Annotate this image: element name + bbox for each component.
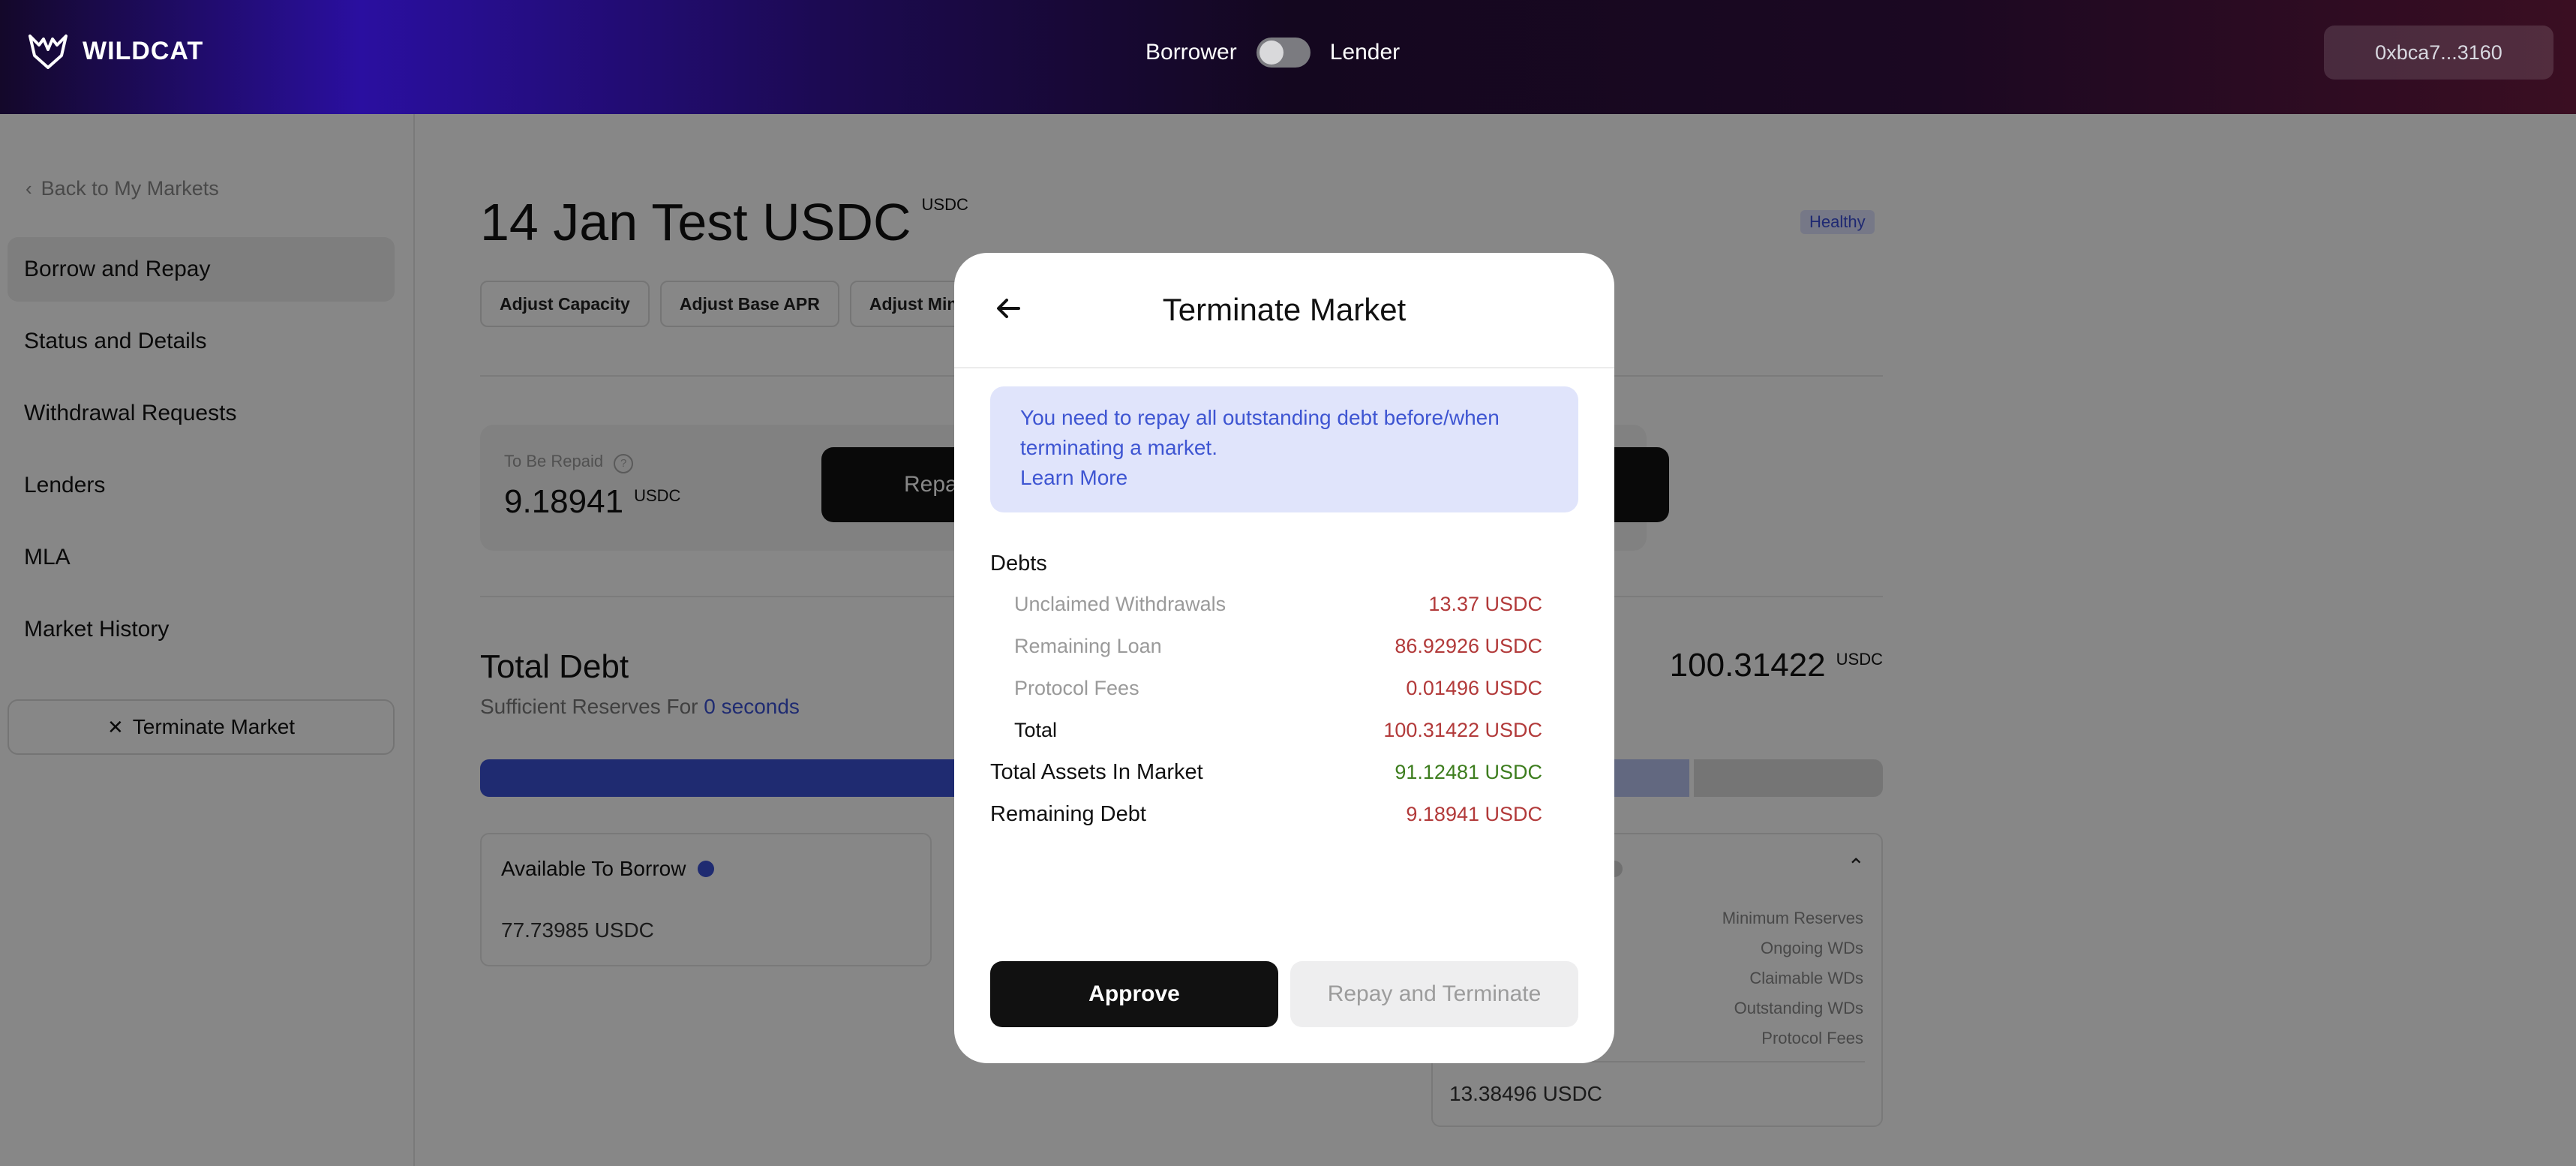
debt-label: Unclaimed Withdrawals — [1014, 592, 1226, 615]
wildcat-logo-icon — [29, 35, 68, 69]
debt-row: Remaining Loan 86.92926 USDC — [990, 625, 1542, 667]
lender-label: Lender — [1329, 40, 1401, 65]
role-switch: Borrower Lender — [1145, 33, 1400, 72]
remaining-debt-row: Remaining Debt 9.18941 USDC — [990, 793, 1542, 835]
brand-logo[interactable]: WILDCAT — [29, 33, 203, 69]
debt-label: Protocol Fees — [1014, 676, 1139, 699]
role-toggle[interactable] — [1256, 38, 1311, 68]
top-header: WILDCAT Borrower Lender 0xbca7...3160 — [0, 0, 2576, 114]
toggle-knob — [1259, 41, 1283, 65]
brand-name: WILDCAT — [83, 36, 204, 65]
repay-and-terminate-button[interactable]: Repay and Terminate — [1290, 961, 1578, 1027]
debt-total-row: Total 100.31422 USDC — [990, 709, 1542, 751]
approve-button[interactable]: Approve — [990, 961, 1278, 1027]
debt-label: Remaining Loan — [1014, 634, 1162, 657]
debt-value: 13.37 USDC — [1428, 592, 1542, 615]
debts-heading: Debts — [990, 551, 1047, 575]
total-assets-label: Total Assets In Market — [990, 759, 1203, 784]
total-assets-value: 91.12481 USDC — [1395, 760, 1542, 783]
debt-summary: Debts Unclaimed Withdrawals 13.37 USDC R… — [990, 544, 1542, 835]
debt-total-label: Total — [1014, 718, 1058, 741]
debts-heading-row: Debts — [990, 544, 1542, 583]
terminate-market-modal: Terminate Market You need to repay all o… — [954, 253, 1614, 1063]
remaining-debt-label: Remaining Debt — [990, 801, 1146, 826]
info-text: You need to repay all outstanding debt b… — [1020, 406, 1500, 459]
total-assets-row: Total Assets In Market 91.12481 USDC — [990, 751, 1542, 793]
debt-value: 86.92926 USDC — [1395, 634, 1542, 657]
borrower-label: Borrower — [1145, 40, 1237, 65]
debt-row: Protocol Fees 0.01496 USDC — [990, 667, 1542, 709]
info-banner: You need to repay all outstanding debt b… — [990, 386, 1578, 512]
modal-header: Terminate Market — [954, 253, 1614, 368]
remaining-debt-value: 9.18941 USDC — [1406, 802, 1542, 825]
modal-title: Terminate Market — [1162, 292, 1407, 327]
debt-total-value: 100.31422 USDC — [1383, 718, 1542, 741]
debt-value: 0.01496 USDC — [1406, 676, 1542, 699]
debt-row: Unclaimed Withdrawals 13.37 USDC — [990, 583, 1542, 625]
learn-more-link[interactable]: Learn More — [1020, 463, 1548, 493]
wallet-button[interactable]: 0xbca7...3160 — [2324, 26, 2553, 80]
